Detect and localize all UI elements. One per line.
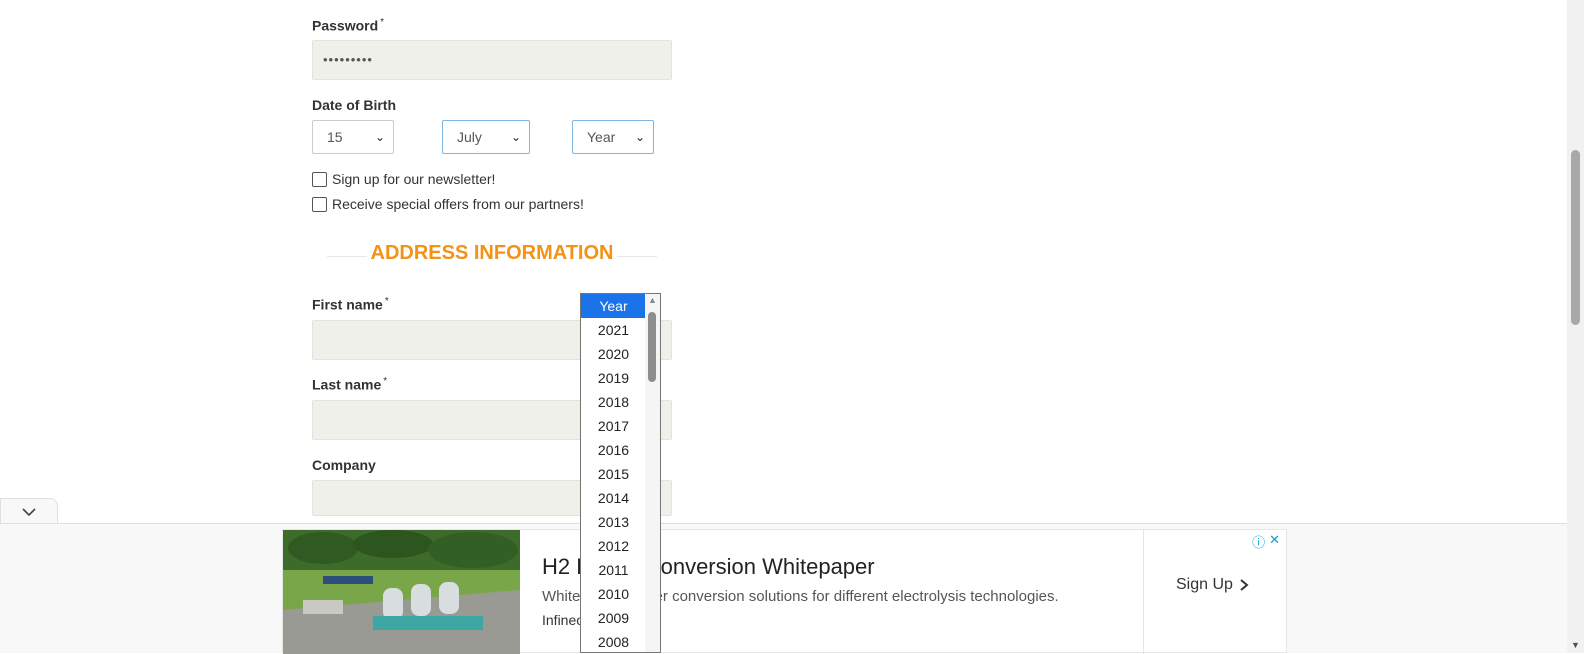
page-scrollbar[interactable]: ▼ bbox=[1567, 0, 1584, 653]
scroll-up-icon[interactable]: ▲ bbox=[648, 295, 657, 305]
ad-banner[interactable]: H2 Power Conversion Whitepaper Whitepape… bbox=[282, 529, 1287, 654]
year-option[interactable]: 2010 bbox=[581, 582, 646, 606]
offers-label: Receive special offers from our partners… bbox=[332, 196, 584, 212]
chevron-down-icon bbox=[22, 507, 36, 516]
offers-checkbox[interactable] bbox=[312, 196, 327, 212]
year-option[interactable]: 2008 bbox=[581, 630, 646, 652]
year-option[interactable]: 2020 bbox=[581, 342, 646, 366]
year-option[interactable]: 2018 bbox=[581, 390, 646, 414]
chevron-down-icon: ⌄ bbox=[634, 130, 645, 144]
offers-checkbox-row[interactable]: Receive special offers from our partners… bbox=[312, 196, 584, 212]
dob-label: Date of Birth bbox=[312, 97, 396, 113]
month-select-value: July bbox=[457, 129, 482, 145]
chevron-down-icon: ⌄ bbox=[510, 130, 521, 144]
close-icon[interactable]: ✕ bbox=[1269, 532, 1280, 551]
year-dropdown-list[interactable]: Year 2021 2020 2019 2018 2017 2016 2015 2014 2013… bbox=[580, 293, 661, 653]
info-icon[interactable]: ⓘ bbox=[1252, 532, 1265, 551]
year-option[interactable]: 2012 bbox=[581, 534, 646, 558]
year-option[interactable]: Year bbox=[581, 294, 646, 318]
password-label: Password * bbox=[312, 17, 385, 34]
year-select-value: Year bbox=[587, 129, 616, 145]
year-select[interactable]: Year ⌄ bbox=[572, 120, 654, 154]
ad-cta-label: Sign Up bbox=[1176, 576, 1233, 593]
day-select[interactable]: 15 ⌄ bbox=[312, 120, 394, 154]
ad-sign-up-button[interactable]: Sign Up bbox=[1176, 576, 1249, 594]
year-option[interactable]: 2009 bbox=[581, 606, 646, 630]
chevron-down-icon: ⌄ bbox=[374, 130, 385, 144]
chevron-right-icon bbox=[1240, 579, 1249, 591]
last-name-label: Last name * bbox=[312, 376, 388, 393]
dropdown-scrollbar[interactable]: ▲ bbox=[645, 294, 660, 652]
year-option[interactable]: 2011 bbox=[581, 558, 646, 582]
newsletter-label: Sign up for our newsletter! bbox=[332, 171, 496, 187]
year-option[interactable]: 2015 bbox=[581, 462, 646, 486]
section-title: ADDRESS INFORMATION bbox=[370, 242, 614, 264]
scrollbar-thumb[interactable] bbox=[1571, 150, 1580, 325]
year-option[interactable]: 2019 bbox=[581, 366, 646, 390]
month-select[interactable]: July ⌄ bbox=[442, 120, 530, 154]
year-option[interactable]: 2017 bbox=[581, 414, 646, 438]
password-input[interactable]: ••••••••• bbox=[312, 40, 672, 80]
ad-controls: ⓘ ✕ bbox=[1252, 532, 1280, 551]
address-section-header: ADDRESS INFORMATION bbox=[327, 240, 657, 270]
company-label: Company bbox=[312, 457, 376, 473]
ad-image[interactable] bbox=[283, 530, 520, 654]
day-select-value: 15 bbox=[327, 129, 343, 145]
scroll-down-icon[interactable]: ▼ bbox=[1571, 640, 1580, 650]
first-name-label: First name * bbox=[312, 296, 389, 313]
divider bbox=[1143, 530, 1144, 654]
newsletter-checkbox-row[interactable]: Sign up for our newsletter! bbox=[312, 171, 495, 187]
year-option[interactable]: 2013 bbox=[581, 510, 646, 534]
ad-collapse-toggle[interactable] bbox=[0, 498, 58, 524]
year-option[interactable]: 2014 bbox=[581, 486, 646, 510]
year-option[interactable]: 2021 bbox=[581, 318, 646, 342]
scrollbar-thumb[interactable] bbox=[648, 312, 656, 382]
year-option[interactable]: 2016 bbox=[581, 438, 646, 462]
newsletter-checkbox[interactable] bbox=[312, 171, 327, 187]
